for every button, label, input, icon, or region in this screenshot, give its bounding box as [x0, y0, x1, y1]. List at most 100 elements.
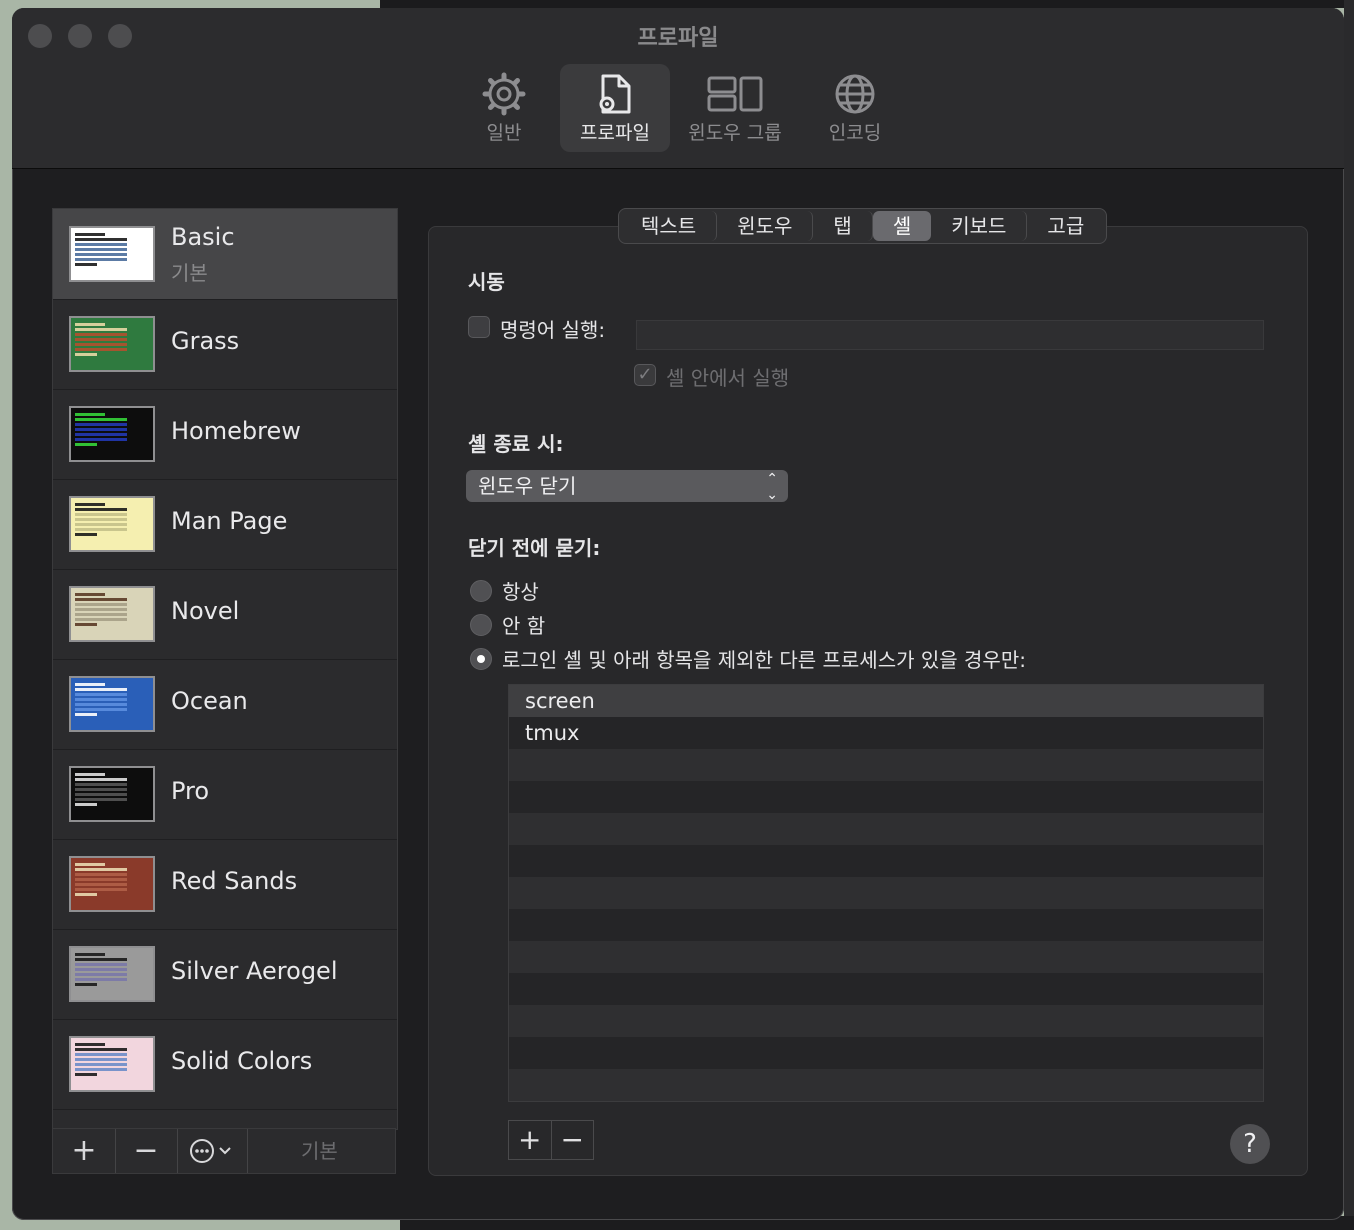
titlebar: 프로파일 일반 프로파일 윈도우 그룹 인코딩 — [12, 8, 1344, 169]
thumbnail-text-line — [75, 348, 127, 351]
tab-text[interactable]: 텍스트 — [621, 211, 718, 241]
thumbnail-text-line — [75, 693, 127, 696]
profile-row-silver-aerogel[interactable]: Silver Aerogel — [53, 929, 397, 1020]
thumbnail-text-line — [75, 533, 98, 536]
profile-row-solid-colors[interactable]: Solid Colors — [53, 1019, 397, 1110]
on-exit-title: 셸 종료 시: — [468, 432, 564, 456]
remove-profile-button[interactable]: − — [115, 1129, 178, 1173]
empty-list-row — [509, 845, 1263, 877]
thumbnail-text-line — [75, 503, 105, 506]
profile-list[interactable]: Basic 기본 Grass Homebrew Man Page Novel Ocean Pr… — [52, 208, 398, 1130]
profile-name: Homebrew — [171, 417, 301, 445]
background-window-edge — [380, 0, 1354, 8]
ask-always-radio[interactable] — [470, 580, 492, 602]
profile-row-novel[interactable]: Novel — [53, 569, 397, 660]
window-group-icon — [707, 76, 763, 112]
thumbnail-text-line — [75, 598, 127, 601]
set-default-button[interactable]: 기본 — [301, 1129, 338, 1173]
profile-row-ocean[interactable]: Ocean — [53, 659, 397, 750]
list-item[interactable]: screen — [509, 685, 1263, 717]
thumbnail-text-line — [75, 333, 127, 336]
toolbar-profiles[interactable]: 프로파일 — [560, 64, 670, 152]
tab-shell[interactable]: 셸 — [872, 211, 932, 241]
profile-row-man-page[interactable]: Man Page — [53, 479, 397, 570]
profile-row-basic[interactable]: Basic 기본 — [53, 209, 397, 300]
remove-process-button[interactable]: − — [552, 1121, 594, 1159]
thumbnail-text-line — [75, 513, 127, 516]
updown-chevron-icon: ⌃ ⌄ — [766, 471, 778, 503]
on-exit-popup[interactable]: 윈도우 닫기 ⌃ ⌄ — [466, 470, 788, 503]
profile-preview-thumbnail — [69, 586, 155, 642]
add-profile-button[interactable]: + — [53, 1129, 116, 1173]
toolbar-general[interactable]: 일반 — [468, 64, 540, 152]
thumbnail-text-line — [75, 413, 105, 416]
thumbnail-text-line — [75, 338, 127, 341]
empty-list-row — [509, 941, 1263, 973]
thumbnail-text-line — [75, 518, 127, 521]
add-process-button[interactable]: + — [509, 1121, 552, 1159]
thumbnail-text-line — [75, 1058, 127, 1061]
empty-list-row — [509, 1037, 1263, 1069]
profile-preview-thumbnail — [69, 856, 155, 912]
tab-advanced[interactable]: 고급 — [1027, 211, 1104, 241]
process-list-buttons: + − — [508, 1120, 594, 1160]
profile-preview-thumbnail — [69, 406, 155, 462]
thumbnail-text-line — [75, 968, 127, 971]
profile-preview-thumbnail — [69, 676, 155, 732]
thumbnail-text-line — [75, 433, 127, 436]
profile-name: Ocean — [171, 687, 248, 715]
thumbnail-text-line — [75, 1048, 127, 1051]
tab-window[interactable]: 윈도우 — [717, 211, 814, 241]
profile-name: Red Sands — [171, 867, 298, 895]
thumbnail-text-line — [75, 438, 127, 441]
tab-keyboard[interactable]: 키보드 — [931, 211, 1028, 241]
run-command-input[interactable] — [636, 320, 1264, 350]
thumbnail-text-line — [75, 683, 105, 686]
toolbar-window-groups[interactable]: 윈도우 그룹 — [680, 64, 790, 152]
run-in-shell-checkbox[interactable]: ✓ — [634, 364, 656, 386]
empty-list-row — [509, 909, 1263, 941]
thumbnail-text-line — [75, 418, 127, 421]
thumbnail-text-line — [75, 873, 127, 876]
process-exception-list[interactable]: screen tmux — [508, 684, 1264, 1102]
thumbnail-text-line — [75, 258, 127, 261]
thumbnail-text-line — [75, 608, 127, 611]
thumbnail-text-line — [75, 328, 127, 331]
thumbnail-text-line — [75, 238, 127, 241]
thumbnail-text-line — [75, 263, 98, 266]
empty-list-row — [509, 1069, 1263, 1101]
thumbnail-text-line — [75, 618, 127, 621]
ask-always-label: 항상 — [502, 580, 539, 604]
thumbnail-text-line — [75, 963, 127, 966]
profile-name: Solid Colors — [171, 1047, 313, 1075]
ask-if-processes-label: 로그인 셸 및 아래 항목을 제외한 다른 프로세스가 있을 경우만: — [502, 648, 1026, 672]
empty-list-row — [509, 781, 1263, 813]
profile-actions-menu-button[interactable] — [177, 1129, 248, 1173]
profile-preview-thumbnail — [69, 946, 155, 1002]
thumbnail-text-line — [75, 698, 127, 701]
help-button[interactable]: ? — [1230, 1124, 1270, 1164]
preferences-window: 프로파일 일반 프로파일 윈도우 그룹 인코딩 Basic 기본 Grass H… — [12, 8, 1344, 1220]
gear-icon — [482, 72, 526, 116]
thumbnail-text-line — [75, 778, 127, 781]
thumbnail-text-line — [75, 603, 127, 606]
thumbnail-text-line — [75, 508, 127, 511]
profile-row-pro[interactable]: Pro — [53, 749, 397, 840]
ask-if-processes-radio[interactable] — [470, 648, 492, 670]
ask-before-close-title: 닫기 전에 묻기: — [468, 536, 601, 560]
profile-row-red-sands[interactable]: Red Sands — [53, 839, 397, 930]
ask-never-label: 안 함 — [502, 614, 546, 638]
profile-default-badge: 기본 — [171, 261, 208, 285]
thumbnail-text-line — [75, 863, 105, 866]
thumbnail-text-line — [75, 1063, 127, 1066]
run-command-checkbox[interactable] — [468, 316, 490, 338]
ask-never-radio[interactable] — [470, 614, 492, 636]
toolbar-encodings[interactable]: 인코딩 — [812, 64, 898, 152]
profile-preview-thumbnail — [69, 226, 155, 282]
profile-row-grass[interactable]: Grass — [53, 299, 397, 390]
thumbnail-text-line — [75, 233, 105, 236]
list-item[interactable]: tmux — [509, 717, 1263, 749]
thumbnail-text-line — [75, 883, 127, 886]
tab-tab[interactable]: 탭 — [813, 211, 873, 241]
profile-row-homebrew[interactable]: Homebrew — [53, 389, 397, 480]
